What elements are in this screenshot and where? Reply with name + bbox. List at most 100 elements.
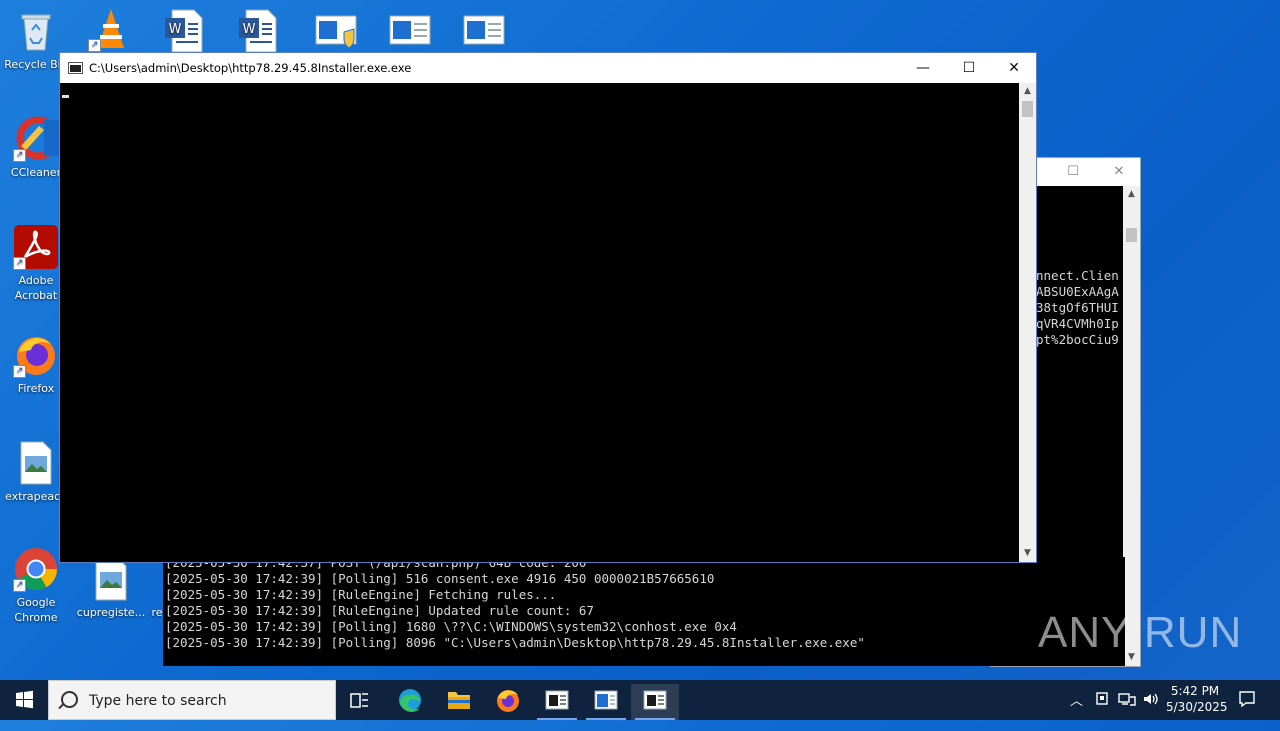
log-line: [2025-05-30 17:42:39] [Polling] 1680 \??… (165, 619, 737, 634)
chrome-icon: ↗ (13, 546, 59, 592)
taskbar: Type here to search ︿ 5:42 PM 5/30/2025 (0, 680, 1280, 720)
maximize-icon[interactable]: ☐ (1065, 164, 1081, 180)
chevron-up-icon: ︿ (1070, 694, 1084, 709)
shortcut-arrow-icon: ↗ (13, 149, 26, 162)
log-line: [2025-05-30 17:42:39] [RuleEngine] Updat… (165, 603, 594, 618)
console-text-fragment: qVR4CVMh0Ip (1036, 316, 1119, 331)
adobe-acrobat-icon: ↗ (13, 224, 59, 270)
windows-logo-icon (16, 690, 33, 709)
desktop-icon-label: Firefox (17, 382, 55, 395)
tray-device-icon[interactable] (1095, 691, 1109, 731)
search-icon (61, 691, 78, 708)
console-text-fragment: 38tgOf6THUI (1036, 300, 1119, 315)
desktop-icon-label: re (151, 606, 163, 619)
taskbar-edge[interactable] (386, 684, 434, 720)
app-window-icon (388, 10, 434, 52)
task-view-button[interactable] (336, 684, 384, 720)
recycle-bin-icon (13, 8, 59, 54)
app-window-icon (462, 10, 508, 52)
taskbar-console-1[interactable] (533, 684, 581, 720)
console-text-fragment: ABSU0ExAAgA (1036, 284, 1119, 299)
desktop-icon-label: Adobe Acrobat (14, 274, 58, 302)
desktop-icon-cupregiste[interactable]: cupregiste... (74, 556, 148, 620)
scroll-down-icon[interactable]: ▼ (1019, 545, 1036, 562)
shortcut-arrow-icon: ↗ (88, 39, 101, 52)
maximize-button[interactable]: ☐ (946, 53, 992, 83)
desktop-icon-word-doc-2[interactable]: W (222, 8, 296, 52)
anyrun-watermark: ANY RUN (1038, 608, 1243, 657)
log-line: [2025-05-30 17:42:39] [RuleEngine] Fetch… (165, 587, 557, 602)
desktop-icon-vlc[interactable]: ↗ (74, 6, 148, 52)
folder-icon (448, 692, 470, 709)
main-console-window[interactable]: C:\Users\admin\Desktop\http78.29.45.8Ins… (59, 52, 1037, 563)
main-window-titlebar[interactable]: C:\Users\admin\Desktop\http78.29.45.8Ins… (60, 53, 1036, 83)
log-line: [2025-05-30 17:42:39] [Polling] 516 cons… (165, 571, 715, 586)
vlc-icon: ↗ (88, 6, 134, 52)
network-icon (1118, 693, 1136, 706)
word-document-icon: W (236, 8, 282, 52)
firefox-icon: ↗ (13, 332, 59, 378)
app-window-icon (594, 690, 618, 710)
close-icon: ✕ (1008, 60, 1020, 76)
shortcut-arrow-icon: ↗ (13, 365, 26, 378)
window-title: C:\Users\admin\Desktop\http78.29.45.8Ins… (89, 61, 412, 75)
scrollbar-thumb[interactable] (1126, 228, 1137, 242)
svg-text:W: W (169, 22, 182, 37)
notification-center-button[interactable] (1238, 690, 1256, 730)
desktop-icon-label: cupregiste... (76, 606, 146, 619)
taskbar-console-2[interactable] (631, 684, 679, 720)
tray-volume-icon[interactable] (1142, 691, 1160, 731)
edge-icon (399, 689, 421, 712)
scroll-up-icon[interactable]: ▲ (1123, 186, 1140, 203)
clock-date: 5/30/2025 (1166, 700, 1228, 714)
taskbar-firefox[interactable] (484, 684, 532, 720)
close-icon[interactable]: ✕ (1111, 164, 1127, 180)
device-icon (1096, 692, 1108, 705)
task-view-icon (350, 693, 368, 708)
desktop-icon-word-doc-1[interactable]: W (148, 8, 222, 52)
console-text-fragment: pt%2bocCiu9 (1036, 332, 1119, 347)
desktop-icon-label: extrapeace (5, 490, 67, 503)
minimize-button[interactable]: — (900, 53, 946, 83)
taskbar-installer-window[interactable] (582, 684, 630, 720)
svg-text:W: W (243, 22, 256, 37)
volume-icon (1144, 693, 1158, 705)
scroll-up-icon[interactable]: ▲ (1019, 83, 1036, 100)
installer-shield-icon (314, 10, 360, 52)
maximize-icon: ☐ (962, 60, 976, 76)
word-document-icon: W (162, 8, 208, 52)
console-window-icon (545, 690, 569, 710)
desktop-icon-label: Google Chrome (14, 596, 58, 624)
scrollbar-thumb[interactable] (1022, 101, 1033, 117)
close-button[interactable]: ✕ (991, 53, 1037, 83)
desktop-icon-app-window-2[interactable] (448, 10, 522, 52)
image-file-icon (13, 440, 59, 486)
main-window-scrollbar[interactable]: ▲ ▼ (1019, 83, 1036, 562)
search-placeholder: Type here to search (89, 693, 227, 709)
taskbar-clock[interactable]: 5:42 PM 5/30/2025 (1166, 683, 1228, 715)
desktop-icon-re[interactable]: re (150, 556, 164, 620)
start-button[interactable] (0, 680, 48, 720)
firefox-icon (497, 690, 519, 712)
background-console-log: [2025-05-30 17:42:37] POST (/api/scan.ph… (163, 557, 1125, 666)
text-cursor (62, 95, 69, 98)
minimize-icon: — (916, 60, 930, 76)
ccleaner-icon: ↗ (13, 116, 60, 162)
clock-time: 5:42 PM (1170, 684, 1220, 698)
tray-network-icon[interactable] (1118, 691, 1136, 731)
desktop-icon-installer-shield[interactable] (300, 10, 374, 52)
desktop-icon-app-window-1[interactable] (374, 10, 448, 52)
shortcut-arrow-icon: ↗ (13, 579, 26, 592)
console-text-fragment: nnect.Clien (1036, 268, 1119, 283)
desktop-icon-label: CCleaner (10, 166, 62, 179)
console-app-icon (68, 62, 83, 74)
taskbar-search-box[interactable]: Type here to search (48, 680, 336, 720)
background-window-scrollbar[interactable]: ▲ ▼ (1123, 186, 1140, 666)
main-console-output[interactable] (60, 83, 1019, 562)
console-window-icon (643, 690, 667, 710)
taskbar-file-explorer[interactable] (435, 684, 483, 720)
show-hidden-icons-button[interactable]: ︿ (1070, 690, 1083, 730)
shortcut-arrow-icon: ↗ (13, 257, 26, 270)
notification-icon (1239, 691, 1255, 708)
log-line: [2025-05-30 17:42:39] [Polling] 8096 "C:… (165, 635, 865, 650)
